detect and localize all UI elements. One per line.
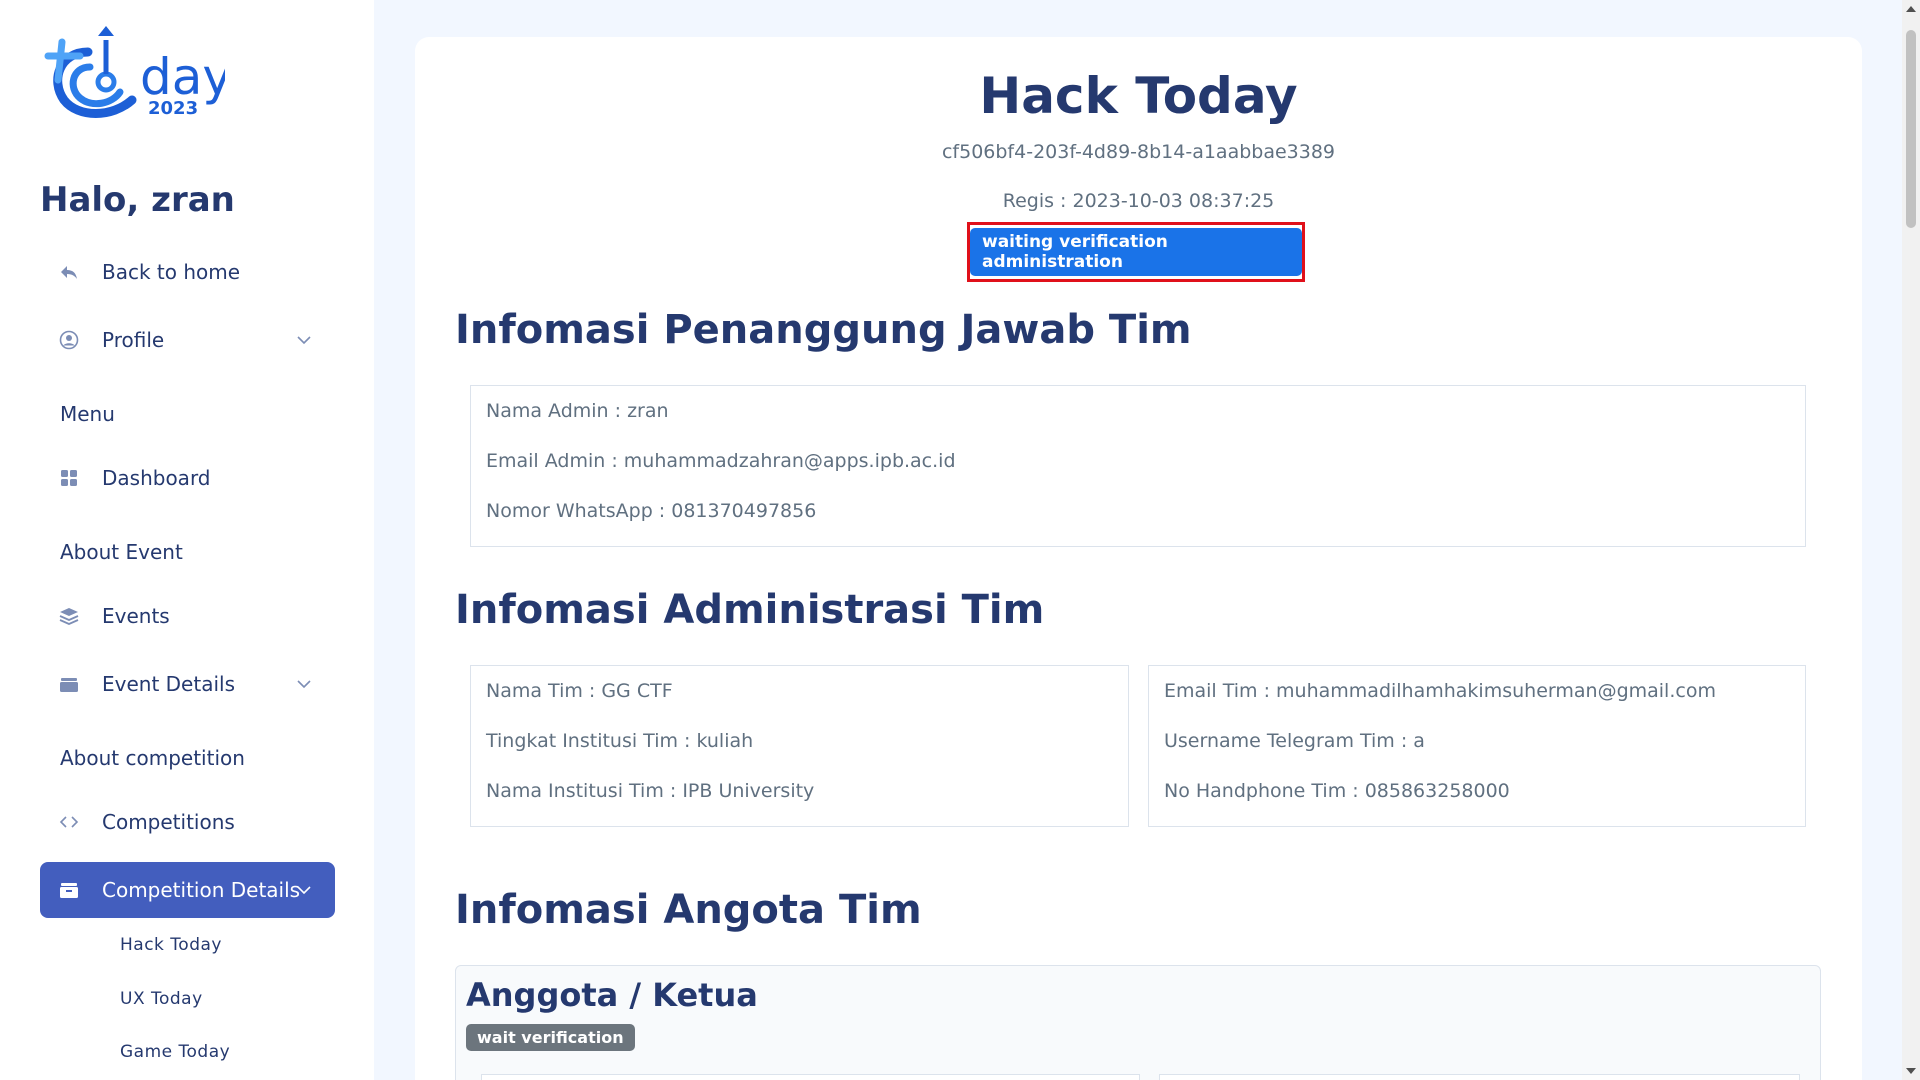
chevron-down-icon: [295, 674, 313, 692]
sidebar-item-event-details[interactable]: Event Details: [40, 656, 335, 712]
admin-info-left: Nama Tim : GG CTF Tingkat Institusi Tim …: [470, 665, 1129, 827]
stack-icon: [58, 605, 80, 627]
submenu-item-hack-today[interactable]: Hack Today: [120, 935, 222, 955]
about-competition-section-title: About competition: [60, 746, 245, 770]
member-status-badge: wait verification: [466, 1024, 635, 1051]
back-to-home-label: Back to home: [102, 260, 241, 284]
sidebar-item-label: Competitions: [102, 810, 235, 834]
scroll-thumb[interactable]: [1906, 30, 1916, 228]
member-info-right: [1159, 1074, 1800, 1080]
member-info-left: [481, 1074, 1140, 1080]
sidebar-item-competition-details[interactable]: Competition Details: [40, 862, 335, 918]
chevron-down-icon: [295, 330, 313, 348]
sidebar-item-dashboard[interactable]: Dashboard: [40, 450, 335, 506]
user-circle-icon: [58, 329, 80, 351]
page-scrollbar[interactable]: [1902, 0, 1920, 1080]
team-phone: No Handphone Tim : 085863258000: [1164, 780, 1510, 802]
sidebar-item-profile[interactable]: Profile: [40, 312, 335, 368]
scroll-down-arrow-icon[interactable]: [1906, 1068, 1916, 1074]
sidebar-item-label: Profile: [102, 328, 165, 352]
member-card: Anggota / Ketua wait verification: [455, 965, 1821, 1080]
admin-name: Nama Admin : zran: [486, 400, 669, 422]
sidebar-item-label: Dashboard: [102, 466, 211, 490]
registration-date: Regis : 2023-10-03 08:37:25: [1002, 190, 1275, 212]
admin-info-right: Email Tim : muhammadilhamhakimsuherman@g…: [1148, 665, 1806, 827]
page-title: Hack Today: [979, 67, 1298, 125]
chevron-down-icon: [295, 880, 313, 898]
sidebar-item-label: Events: [102, 604, 170, 628]
code-icon: [58, 811, 80, 833]
member-title: Anggota / Ketua: [466, 976, 758, 1014]
team-detail-card: Hack Today cf506bf4-203f-4d89-8b14-a1aab…: [415, 37, 1862, 1080]
status-badge: waiting verification administration: [970, 228, 1302, 276]
about-event-section-title: About Event: [60, 540, 183, 564]
institution-name: Nama Institusi Tim : IPB University: [486, 780, 815, 802]
archive-icon: [58, 673, 80, 695]
institution-level: Tingkat Institusi Tim : kuliah: [486, 730, 754, 752]
submenu-item-ux-today[interactable]: UX Today: [120, 989, 203, 1009]
team-name: Nama Tim : GG CTF: [486, 680, 673, 702]
team-email: Email Tim : muhammadilhamhakimsuherman@g…: [1164, 680, 1716, 702]
scroll-up-arrow-icon[interactable]: [1906, 6, 1916, 12]
sidebar-item-events[interactable]: Events: [40, 588, 335, 644]
admin-email: Email Admin : muhammadzahran@apps.ipb.ac…: [486, 450, 956, 472]
section-heading-pj: Infomasi Penanggung Jawab Tim: [455, 307, 1192, 353]
back-to-home-link[interactable]: Back to home: [40, 244, 335, 300]
pj-info-box: Nama Admin : zran Email Admin : muhammad…: [470, 385, 1806, 547]
sidebar-item-competitions[interactable]: Competitions: [40, 794, 335, 850]
section-heading-member: Infomasi Angota Tim: [455, 887, 922, 933]
reply-arrow-icon: [58, 261, 80, 283]
sidebar-item-label: Competition Details: [102, 878, 301, 902]
status-highlight: waiting verification administration: [967, 222, 1305, 282]
admin-whatsapp: Nomor WhatsApp : 081370497856: [486, 500, 817, 522]
greeting: Halo, zran: [40, 180, 235, 220]
svg-text:2023: 2023: [148, 98, 198, 119]
team-id: cf506bf4-203f-4d89-8b14-a1aabbae3389: [941, 141, 1336, 163]
submenu-item-game-today[interactable]: Game Today: [120, 1042, 230, 1062]
hacktoday-logo[interactable]: day 2023: [40, 22, 232, 122]
team-telegram: Username Telegram Tim : a: [1164, 730, 1425, 752]
grid-icon: [58, 467, 80, 489]
sidebar-item-label: Event Details: [102, 672, 235, 696]
sidebar: day 2023 Halo, zran Back to home Profile…: [0, 0, 374, 1080]
menu-section-title: Menu: [60, 402, 115, 426]
archive-icon: [58, 879, 80, 901]
section-heading-admin: Infomasi Administrasi Tim: [455, 587, 1045, 633]
